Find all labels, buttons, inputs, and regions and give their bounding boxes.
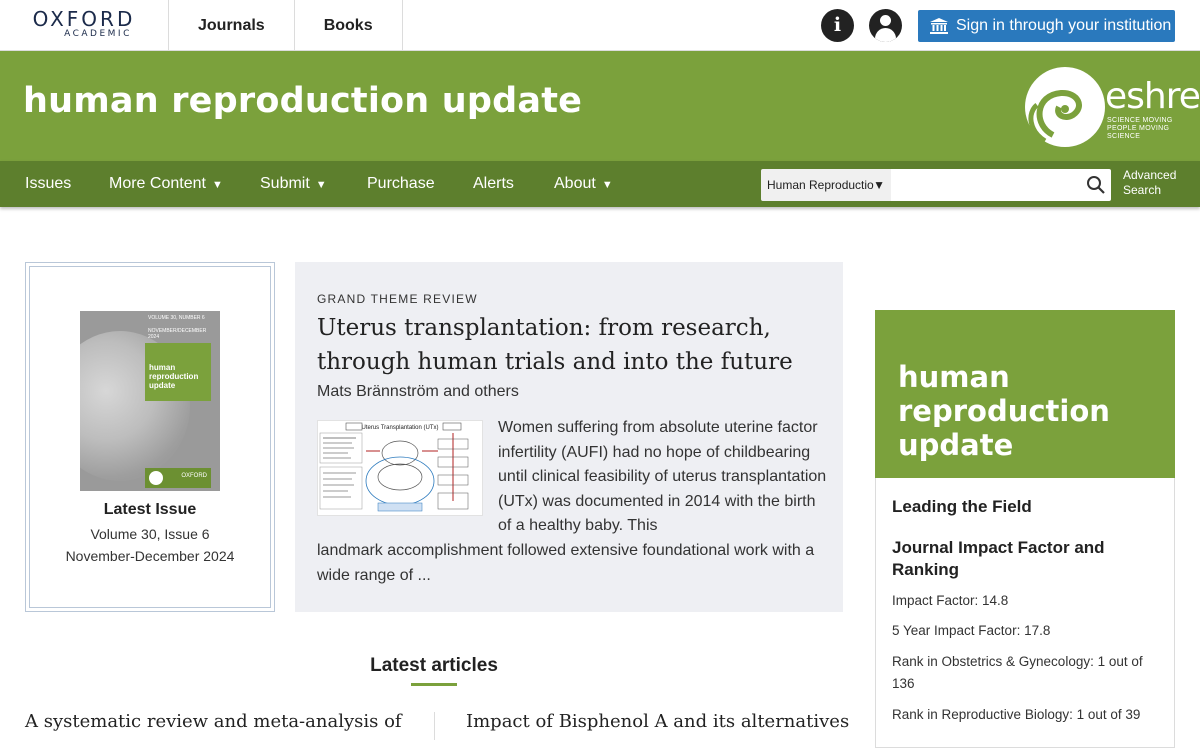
leading-the-field-heading: Leading the Field xyxy=(892,497,1032,516)
advanced-search-line-2: Search xyxy=(1123,183,1162,197)
heading-underline xyxy=(411,683,457,686)
sign-in-label: Sign in through your institution xyxy=(956,17,1172,34)
nav-books[interactable]: Books xyxy=(293,0,403,51)
metric-rank-obstetrics: Rank in Obstetrics & Gynecology: 1 out o… xyxy=(892,654,1143,691)
sidebar-journal-banner: human reproduction update xyxy=(875,310,1175,478)
latest-articles-heading: Latest articles xyxy=(370,655,498,676)
chevron-down-icon: ▼ xyxy=(211,179,223,191)
institution-icon xyxy=(930,18,948,34)
article-divider xyxy=(434,712,435,740)
metric-5-year-impact-factor: 5 Year Impact Factor: 17.8 xyxy=(892,623,1051,638)
sidebar-journal-title-line-2: reproduction xyxy=(898,394,1110,428)
cover-volume-line-2: NOVEMBER/DECEMBER 2024 xyxy=(148,328,207,340)
cover-eshre-icon xyxy=(149,471,163,485)
top-nav: Journals Books xyxy=(168,0,403,51)
eshre-logo[interactable]: eshre SCIENCE MOVING PEOPLE MOVING SCIEN… xyxy=(1023,65,1200,149)
search-scope-value: Human Reproductio xyxy=(767,178,874,192)
figure-title: Uterus Transplantation (UTx) xyxy=(361,425,438,431)
search-icon[interactable] xyxy=(1086,175,1106,195)
featured-article-title[interactable]: Uterus transplantation: from research, t… xyxy=(317,311,827,379)
info-icon[interactable]: i xyxy=(821,9,854,42)
search-input[interactable] xyxy=(891,169,1111,201)
eshre-word: eshre xyxy=(1105,76,1200,117)
nav-submit-label: Submit xyxy=(260,175,310,192)
journal-nav: Issues More Content ▼ Submit ▼ Purchase Al… xyxy=(0,161,1200,207)
issue-cover-image[interactable]: VOLUME 30, NUMBER 6 NOVEMBER/DECEMBER 20… xyxy=(80,311,220,491)
chevron-down-icon: ▼ xyxy=(873,178,885,192)
article-title-link[interactable]: A systematic review and meta-analysis of xyxy=(25,711,402,732)
featured-article-abstract-part-1: Women suffering from absolute uterine fa… xyxy=(498,419,827,535)
cover-footer: OXFORD xyxy=(145,468,211,488)
journal-title[interactable]: human reproduction update xyxy=(23,81,582,121)
nav-alerts-label: Alerts xyxy=(473,175,514,192)
advanced-search-link[interactable]: Advanced Search xyxy=(1123,168,1176,198)
sign-in-institution-button[interactable]: Sign in through your institution xyxy=(918,10,1175,42)
chevron-down-icon: ▼ xyxy=(601,179,613,191)
search-scope-select[interactable]: Human Reproductio ▼ xyxy=(761,169,891,201)
oxford-academic-logo[interactable]: OXFORD ACADEMIC xyxy=(25,9,143,40)
cover-title: human reproduction update xyxy=(149,363,198,390)
metric-rank-reproductive-biology: Rank in Reproductive Biology: 1 out of 3… xyxy=(892,707,1141,722)
cover-title-line-3: update xyxy=(149,381,176,390)
eshre-tagline: SCIENCE MOVING PEOPLE MOVING SCIENCE xyxy=(1107,117,1173,140)
featured-article-abstract-part-2: landmark accomplishment followed extensi… xyxy=(317,542,815,584)
user-icon[interactable] xyxy=(869,9,902,42)
graphical-abstract-diagram: Uterus Transplantation (UTx) xyxy=(319,422,469,512)
nav-issues-label: Issues xyxy=(25,175,72,192)
latest-issue-title[interactable]: Latest Issue xyxy=(26,501,274,519)
cover-title-box: human reproduction update xyxy=(145,343,211,401)
cover-volume-line-1: VOLUME 30, NUMBER 6 xyxy=(148,315,205,321)
impact-factor-heading: Journal Impact Factor and Ranking xyxy=(892,538,1105,579)
cover-footer-text: OXFORD xyxy=(181,473,207,479)
article-category: GRAND THEME REVIEW xyxy=(317,292,478,306)
nav-journals[interactable]: Journals xyxy=(168,0,294,51)
nav-issues[interactable]: Issues xyxy=(25,161,71,207)
cover-title-line-1: human xyxy=(149,363,176,372)
journal-banner: human reproduction update eshre SCIENCE … xyxy=(0,51,1200,161)
nav-about-label: About xyxy=(554,175,596,192)
nav-more-content[interactable]: More Content ▼ xyxy=(109,161,223,207)
chevron-down-icon: ▼ xyxy=(315,179,327,191)
cover-title-line-2: reproduction xyxy=(149,372,199,381)
eshre-swirl-icon xyxy=(1025,67,1105,147)
sidebar-journal-title-line-1: human xyxy=(898,360,1010,394)
sidebar-journal-title: human reproduction update xyxy=(898,360,1158,462)
nav-alerts[interactable]: Alerts xyxy=(473,161,514,207)
metric-impact-factor: Impact Factor: 14.8 xyxy=(892,593,1009,608)
latest-issue-date: November-December 2024 xyxy=(65,548,235,564)
top-bar: OXFORD ACADEMIC Journals Books i Sign in… xyxy=(0,0,1200,51)
featured-article-authors: Mats Brännström and others xyxy=(317,383,519,400)
graphical-abstract-image[interactable]: Uterus Transplantation (UTx) xyxy=(317,420,483,516)
article-title-link[interactable]: Impact of Bisphenol A and its alternativ… xyxy=(466,711,849,732)
nav-submit[interactable]: Submit ▼ xyxy=(260,161,327,207)
nav-about[interactable]: About ▼ xyxy=(554,161,613,207)
sidebar-journal-title-line-3: update xyxy=(898,428,1014,462)
nav-purchase[interactable]: Purchase xyxy=(367,161,435,207)
logo-line-1: OXFORD xyxy=(32,7,136,31)
nav-more-content-label: More Content xyxy=(109,175,206,192)
latest-issue-volume: Volume 30, Issue 6 xyxy=(90,526,210,542)
nav-purchase-label: Purchase xyxy=(367,175,435,192)
advanced-search-line-1: Advanced xyxy=(1123,168,1177,182)
